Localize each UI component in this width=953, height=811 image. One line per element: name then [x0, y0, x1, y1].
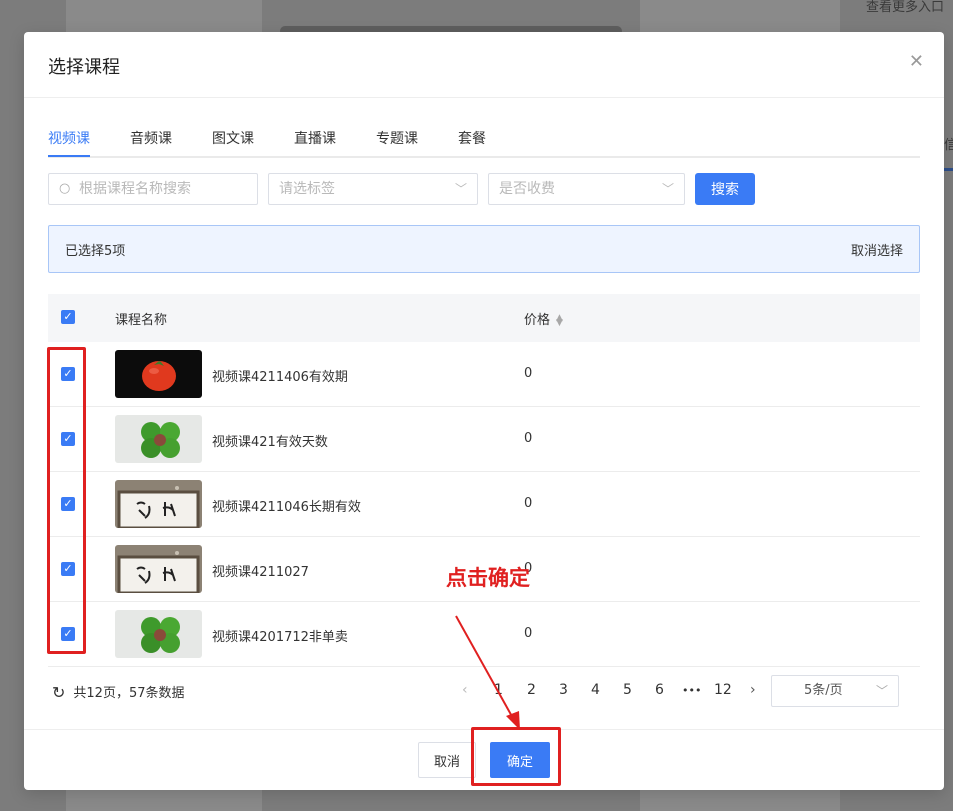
annotation-arrow-icon — [455, 615, 520, 730]
